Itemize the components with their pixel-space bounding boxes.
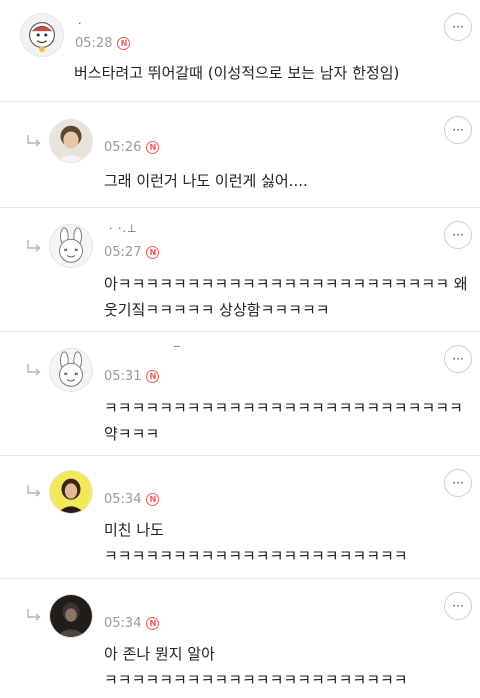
reply-arrow-icon [27,364,41,376]
cartoon-avatar-icon [21,14,63,56]
new-badge: N [146,493,160,506]
reply-item: · ·.⊥ 05:27 N ··· 아ㅋㅋㅋㅋㅋㅋㅋㅋㅋㅋㅋㅋㅋㅋㅋㅋㅋㅋㅋㅋㅋ… [0,208,480,332]
reply-item: 05:34 N ··· 미친 나도 ㅋㅋㅋㅋㅋㅋㅋㅋㅋㅋㅋㅋㅋㅋㅋㅋㅋㅋㅋㅋㅋㅋ [0,456,480,579]
avatar[interactable] [49,470,93,514]
comment-meta: 05:28 N [75,36,131,51]
comment-line: 웃기짘ㅋㅋㅋㅋㅋ 상상함ㅋㅋㅋㅋㅋ [104,301,330,319]
new-badge: N [146,141,160,154]
more-options-button[interactable]: ··· [444,13,472,41]
nickname[interactable]: ‾ [174,344,181,357]
comment-meta: 05:34 N [104,616,160,631]
comment-text: 미친 나도 ㅋㅋㅋㅋㅋㅋㅋㅋㅋㅋㅋㅋㅋㅋㅋㅋㅋㅋㅋㅋㅋㅋ [104,517,408,569]
reply-item: ‾ 05:31 N ··· ㅋㅋㅋㅋㅋㅋㅋㅋㅋㅋㅋㅋㅋㅋㅋㅋㅋㅋㅋㅋㅋㅋㅋㅋㅋㅋ… [0,332,480,456]
comment-text: 그래 이런거 나도 이런게 싫어.... [104,168,308,194]
reply-item: 05:26 N ··· 그래 이런거 나도 이런게 싫어.... [0,102,480,208]
new-badge: N [117,37,131,50]
comment-line: 아ㅋㅋㅋㅋㅋㅋㅋㅋㅋㅋㅋㅋㅋㅋㅋㅋㅋㅋㅋㅋㅋㅋㅋㅋ 왜 [104,275,468,293]
timestamp: 05:27 [104,245,142,260]
avatar[interactable] [49,594,93,638]
comment-text: ㅋㅋㅋㅋㅋㅋㅋㅋㅋㅋㅋㅋㅋㅋㅋㅋㅋㅋㅋㅋㅋㅋㅋㅋㅋㅋ 약ㅋㅋㅋ [104,395,463,447]
more-options-button[interactable]: ··· [444,345,472,373]
profile-photo-icon [50,595,92,637]
comment-line: ㅋㅋㅋㅋㅋㅋㅋㅋㅋㅋㅋㅋㅋㅋㅋㅋㅋㅋㅋㅋㅋㅋ [104,547,408,565]
comment-line: 버스타려고 뛰어갈때 (이성적으로 보는 남자 한정임) [74,64,400,82]
avatar[interactable] [20,13,64,57]
comment-line: 약ㅋㅋㅋ [104,425,160,443]
reply-arrow-icon [27,609,41,621]
comment-meta: 05:31 N [104,369,160,384]
nickname[interactable]: · [78,17,83,30]
timestamp: 05:34 [104,492,142,507]
reply-arrow-icon [27,485,41,497]
comment-meta: 05:26 N [104,140,160,155]
new-badge: N [146,617,160,630]
new-badge: N [146,370,160,383]
profile-photo-icon [50,120,92,162]
reply-arrow-icon [27,135,41,147]
comment-text: 아ㅋㅋㅋㅋㅋㅋㅋㅋㅋㅋㅋㅋㅋㅋㅋㅋㅋㅋㅋㅋㅋㅋㅋㅋ 왜웃기짘ㅋㅋㅋㅋㅋ 상상함ㅋ… [104,271,468,323]
new-badge: N [146,246,160,259]
nickname[interactable]: · ·.⊥ [109,222,138,235]
more-options-button[interactable]: ··· [444,221,472,249]
comment-meta: 05:27 N [104,245,160,260]
comment-line: 그래 이런거 나도 이런게 싫어.... [104,172,308,190]
timestamp: 05:26 [104,140,142,155]
avatar[interactable] [49,224,93,268]
comment-line: ㅋㅋㅋㅋㅋㅋㅋㅋㅋㅋㅋㅋㅋㅋㅋㅋㅋㅋㅋㅋㅋㅋ [104,671,408,689]
bunny-avatar-icon [50,225,92,267]
timestamp: 05:31 [104,369,142,384]
more-options-button[interactable]: ··· [444,469,472,497]
more-options-button[interactable]: ··· [444,116,472,144]
timestamp: 05:28 [75,36,113,51]
reply-item: 05:34 N ··· 아 존나 뭔지 알아 ㅋㅋㅋㅋㅋㅋㅋㅋㅋㅋㅋㅋㅋㅋㅋㅋㅋㅋ… [0,579,480,698]
timestamp: 05:34 [104,616,142,631]
comment-line: ㅋㅋㅋㅋㅋㅋㅋㅋㅋㅋㅋㅋㅋㅋㅋㅋㅋㅋㅋㅋㅋㅋㅋㅋㅋㅋ [104,399,463,417]
avatar[interactable] [49,348,93,392]
profile-photo-icon [50,471,92,513]
reply-arrow-icon [27,240,41,252]
comment-line: 아 존나 뭔지 알아 [104,645,215,663]
comment-line: 미친 나도 [104,521,164,539]
comment-item: · 05:28 N ··· 버스타려고 뛰어갈때 (이성적으로 보는 남자 한정… [0,0,480,102]
comment-text: 아 존나 뭔지 알아 ㅋㅋㅋㅋㅋㅋㅋㅋㅋㅋㅋㅋㅋㅋㅋㅋㅋㅋㅋㅋㅋㅋ [104,641,408,693]
more-options-button[interactable]: ··· [444,592,472,620]
bunny-avatar-icon [50,349,92,391]
comment-meta: 05:34 N [104,492,160,507]
avatar[interactable] [49,119,93,163]
comment-text: 버스타려고 뛰어갈때 (이성적으로 보는 남자 한정임) [74,60,399,86]
